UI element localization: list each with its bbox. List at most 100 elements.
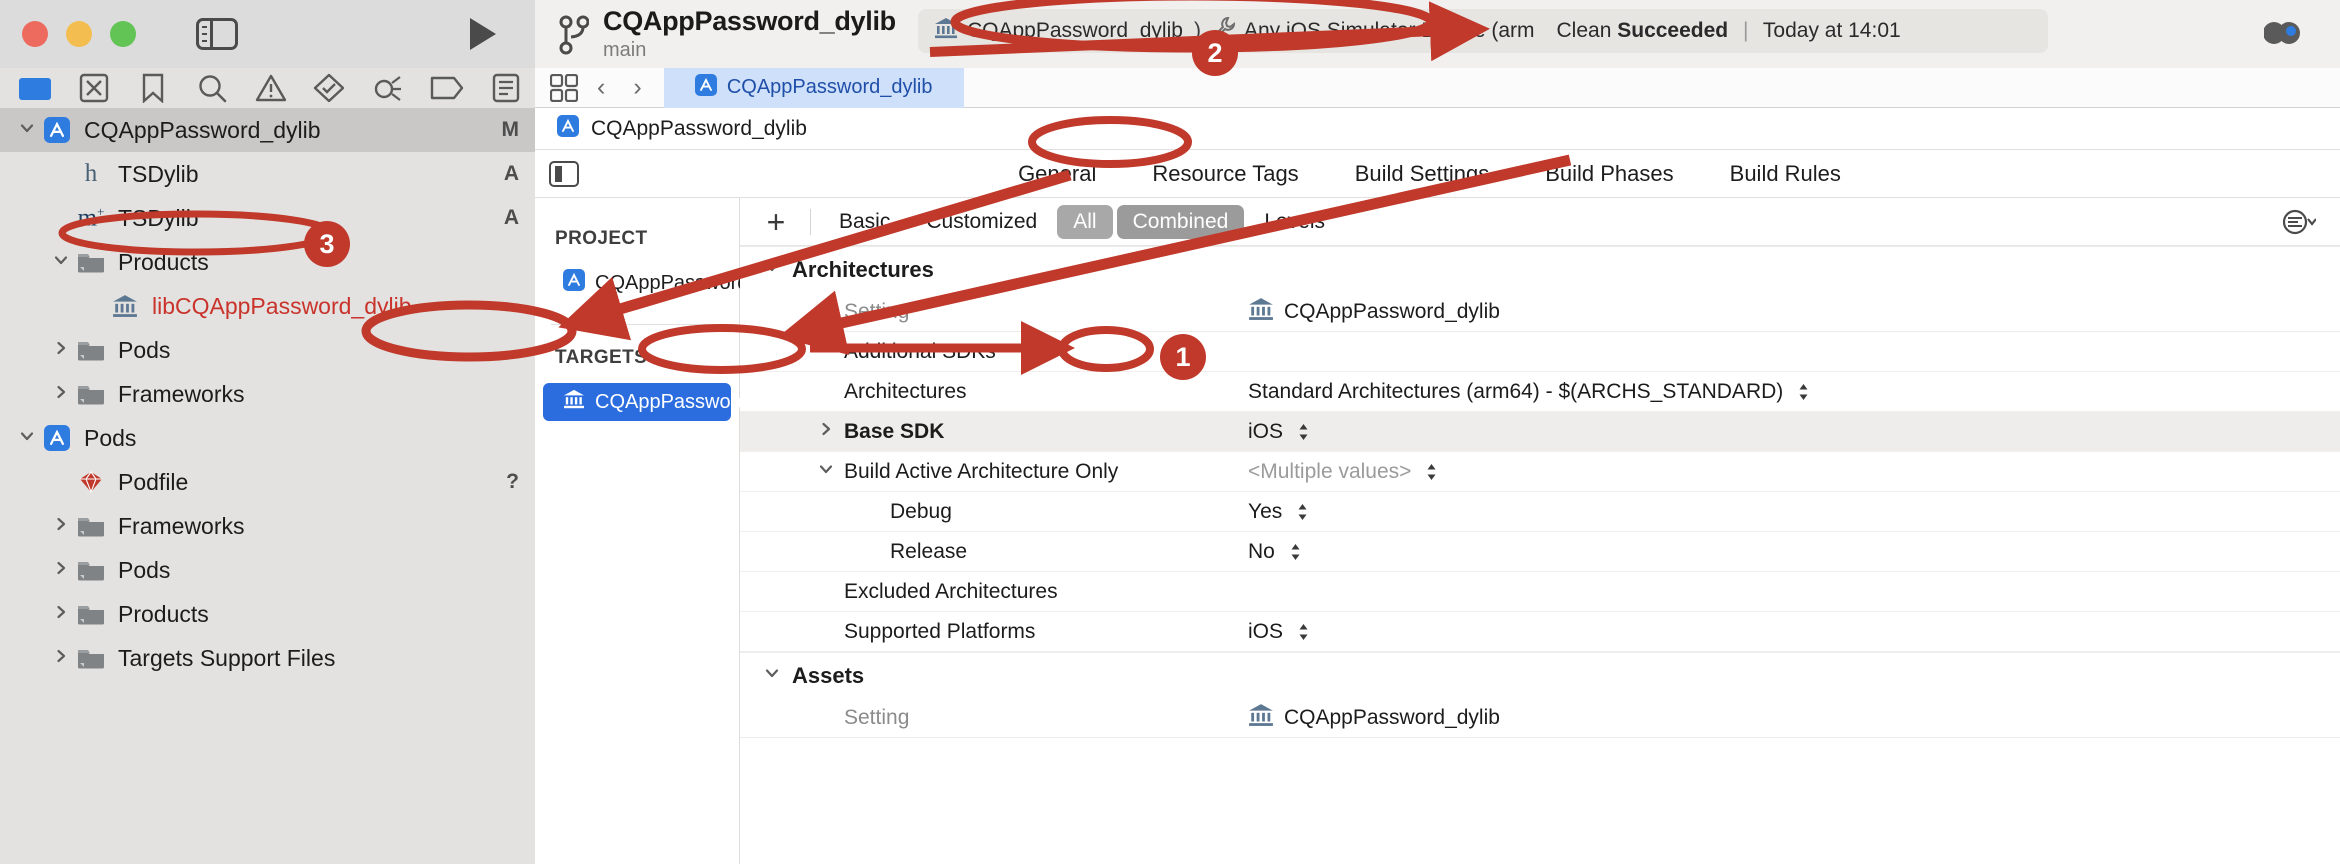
navigator-tree-row[interactable]: Pods [0, 416, 535, 460]
editor-tab-build-rules[interactable]: Build Rules [1730, 161, 1841, 187]
navigator-tree-row-label: Frameworks [118, 380, 245, 407]
toggle-project-list-icon[interactable] [549, 160, 579, 187]
disclosure-triangle-icon[interactable] [48, 560, 74, 581]
navigator-tree-row-label: Targets Support Files [118, 644, 336, 671]
navigator-tab-bookmarks[interactable] [124, 73, 183, 103]
navigator-tree-row[interactable]: Products [0, 240, 535, 284]
back-arrow-icon[interactable]: ‹ [597, 73, 605, 102]
settings-group-header[interactable]: Architectures [740, 246, 2340, 292]
toggle-navigator-icon[interactable] [196, 18, 238, 50]
library-icon [1248, 703, 1274, 733]
navigator-tab-source-control[interactable] [65, 73, 124, 103]
editor-open-tab[interactable]: CQAppPassword_dylib [663, 67, 964, 108]
settings-row[interactable]: Excluded Architectures [740, 572, 2340, 612]
settings-row[interactable]: Base SDK iOS [740, 412, 2340, 452]
jump-bar-path[interactable]: CQAppPassword_dylib [591, 117, 807, 141]
navigator-tree-row[interactable]: libCQAppPassword_dylib [0, 284, 535, 328]
settings-row-value-cell[interactable]: iOS [1240, 420, 2340, 444]
disclosure-triangle-icon[interactable] [764, 259, 780, 280]
disclosure-triangle-icon[interactable] [14, 428, 40, 449]
disclosure-triangle-icon[interactable] [818, 461, 834, 482]
destination-name[interactable]: Any iOS Simulator Device (arm [1244, 19, 1535, 43]
navigator-tab-reports[interactable] [476, 73, 535, 103]
traffic-lights[interactable] [22, 21, 136, 47]
close-button[interactable] [22, 21, 48, 47]
settings-row-value: Standard Architectures (arm64) - $(ARCHS… [1248, 379, 1784, 403]
editor-tab-build-phases[interactable]: Build Phases [1545, 161, 1673, 187]
scheme-name[interactable]: CQAppPassword_dylib [967, 19, 1183, 43]
settings-row-value-cell[interactable]: iOS [1240, 620, 2340, 644]
settings-row[interactable]: Release No [740, 532, 2340, 572]
disclosure-triangle-icon[interactable] [48, 252, 74, 273]
folder-icon [74, 647, 108, 669]
navigator-tab-issues[interactable] [241, 74, 300, 102]
navigator-tab-debug[interactable] [359, 73, 418, 103]
settings-row-value-cell[interactable]: No [1240, 540, 2340, 564]
filter-button-customized[interactable]: Customized [910, 205, 1053, 239]
branch-name: main [603, 39, 647, 61]
secondary-toolbar-row: ‹ › CQAppPassword_dylib [0, 67, 2340, 108]
disclosure-triangle-icon[interactable] [48, 340, 74, 361]
navigator-tree-row-label: Pods [118, 336, 171, 363]
navigator-tab-find[interactable] [182, 73, 241, 103]
zoom-button[interactable] [110, 21, 136, 47]
navigator-tree-row[interactable]: Pods [0, 548, 535, 592]
library-icon [563, 389, 585, 415]
settings-row[interactable]: Supported Platforms iOS [740, 612, 2340, 652]
settings-group-header[interactable]: Assets [740, 652, 2340, 698]
tab-overview-icon[interactable] [535, 73, 593, 102]
filter-button-all[interactable]: All [1057, 204, 1113, 239]
settings-row-value-cell[interactable]: Standard Architectures (arm64) - $(ARCHS… [1240, 380, 2340, 404]
settings-row-value-cell[interactable]: Yes [1240, 500, 2340, 524]
toolbar-right-section: CQAppPassword_dylib main CQAppPassword_d… [535, 0, 2340, 68]
navigator-tree-row[interactable]: Podfile? [0, 460, 535, 504]
editor-tab-resource-tags[interactable]: Resource Tags [1152, 161, 1298, 187]
settings-row[interactable]: Build Active Architecture Only <Multiple … [740, 452, 2340, 492]
navigator-tree-row[interactable]: Targets Support Files [0, 636, 535, 680]
navigator-tree-row[interactable]: CQAppPassword_dylib M [0, 108, 535, 152]
project-editor-tabs: General Resource Tags Build Settings Build … [579, 161, 2280, 187]
minimize-button[interactable] [66, 21, 92, 47]
navigator-tree-row[interactable]: Products [0, 592, 535, 636]
inspector-toggle-icon[interactable] [2263, 18, 2300, 53]
h-file-icon: h [84, 160, 98, 187]
navigator-tab-breakpoints[interactable] [417, 76, 476, 100]
add-setting-button[interactable]: + [754, 206, 798, 238]
filter-button-levels[interactable]: Levels [1248, 205, 1341, 239]
forward-arrow-icon[interactable]: › [633, 73, 641, 102]
disclosure-triangle-icon[interactable] [764, 665, 780, 686]
disclosure-triangle-icon[interactable] [818, 421, 834, 442]
settings-row[interactable]: Debug Yes [740, 492, 2340, 532]
scheme-and-status-bar[interactable]: CQAppPassword_dylib ) Any iOS Simulator … [918, 9, 2048, 53]
disclosure-triangle-icon[interactable] [48, 604, 74, 625]
filter-options-button[interactable] [2282, 209, 2316, 235]
navigator-tree-row[interactable]: h TSDylib A [0, 152, 535, 196]
editor-tab-general[interactable]: General [1018, 161, 1096, 187]
navigator-tab-tests[interactable] [300, 73, 359, 103]
filter-button-basic[interactable]: Basic [823, 205, 906, 239]
editor-open-tab-label: CQAppPassword_dylib [726, 76, 933, 98]
navigator-tree-row[interactable]: Frameworks [0, 372, 535, 416]
filter-button-combined[interactable]: Combined [1116, 204, 1245, 239]
disclosure-triangle-icon[interactable] [48, 648, 74, 669]
settings-row-name: Release [890, 539, 968, 563]
settings-row-name: Build Active Architecture Only [844, 459, 1119, 483]
jump-bar[interactable]: CQAppPassword_dylib [535, 108, 2340, 150]
project-navigator[interactable]: CQAppPassword_dylib Mh TSDylib Am+ TSDylib A P… [0, 108, 535, 864]
tab-navigation-arrows[interactable]: ‹ › [597, 73, 642, 102]
project-list-item[interactable]: CQAppPassword_d... [543, 264, 787, 302]
app-icon [694, 73, 717, 102]
navigator-tree-row[interactable]: Frameworks [0, 504, 535, 548]
target-list-item[interactable]: CQAppPassword_d... [543, 383, 787, 421]
editor-tab-build-settings[interactable]: Build Settings [1355, 161, 1490, 187]
navigator-tree-row[interactable]: m+ TSDylib A [0, 196, 535, 240]
settings-row[interactable]: Additional SDKs [740, 332, 2340, 372]
disclosure-triangle-icon[interactable] [48, 384, 74, 405]
run-button[interactable] [470, 18, 496, 50]
disclosure-triangle-icon[interactable] [48, 516, 74, 537]
disclosure-triangle-icon[interactable] [14, 120, 40, 141]
settings-row-value-cell[interactable]: <Multiple values> [1240, 460, 2340, 484]
navigator-tab-project[interactable] [6, 75, 65, 101]
navigator-tree-row[interactable]: Pods [0, 328, 535, 372]
settings-row[interactable]: Architectures Standard Architectures (arm… [740, 372, 2340, 412]
